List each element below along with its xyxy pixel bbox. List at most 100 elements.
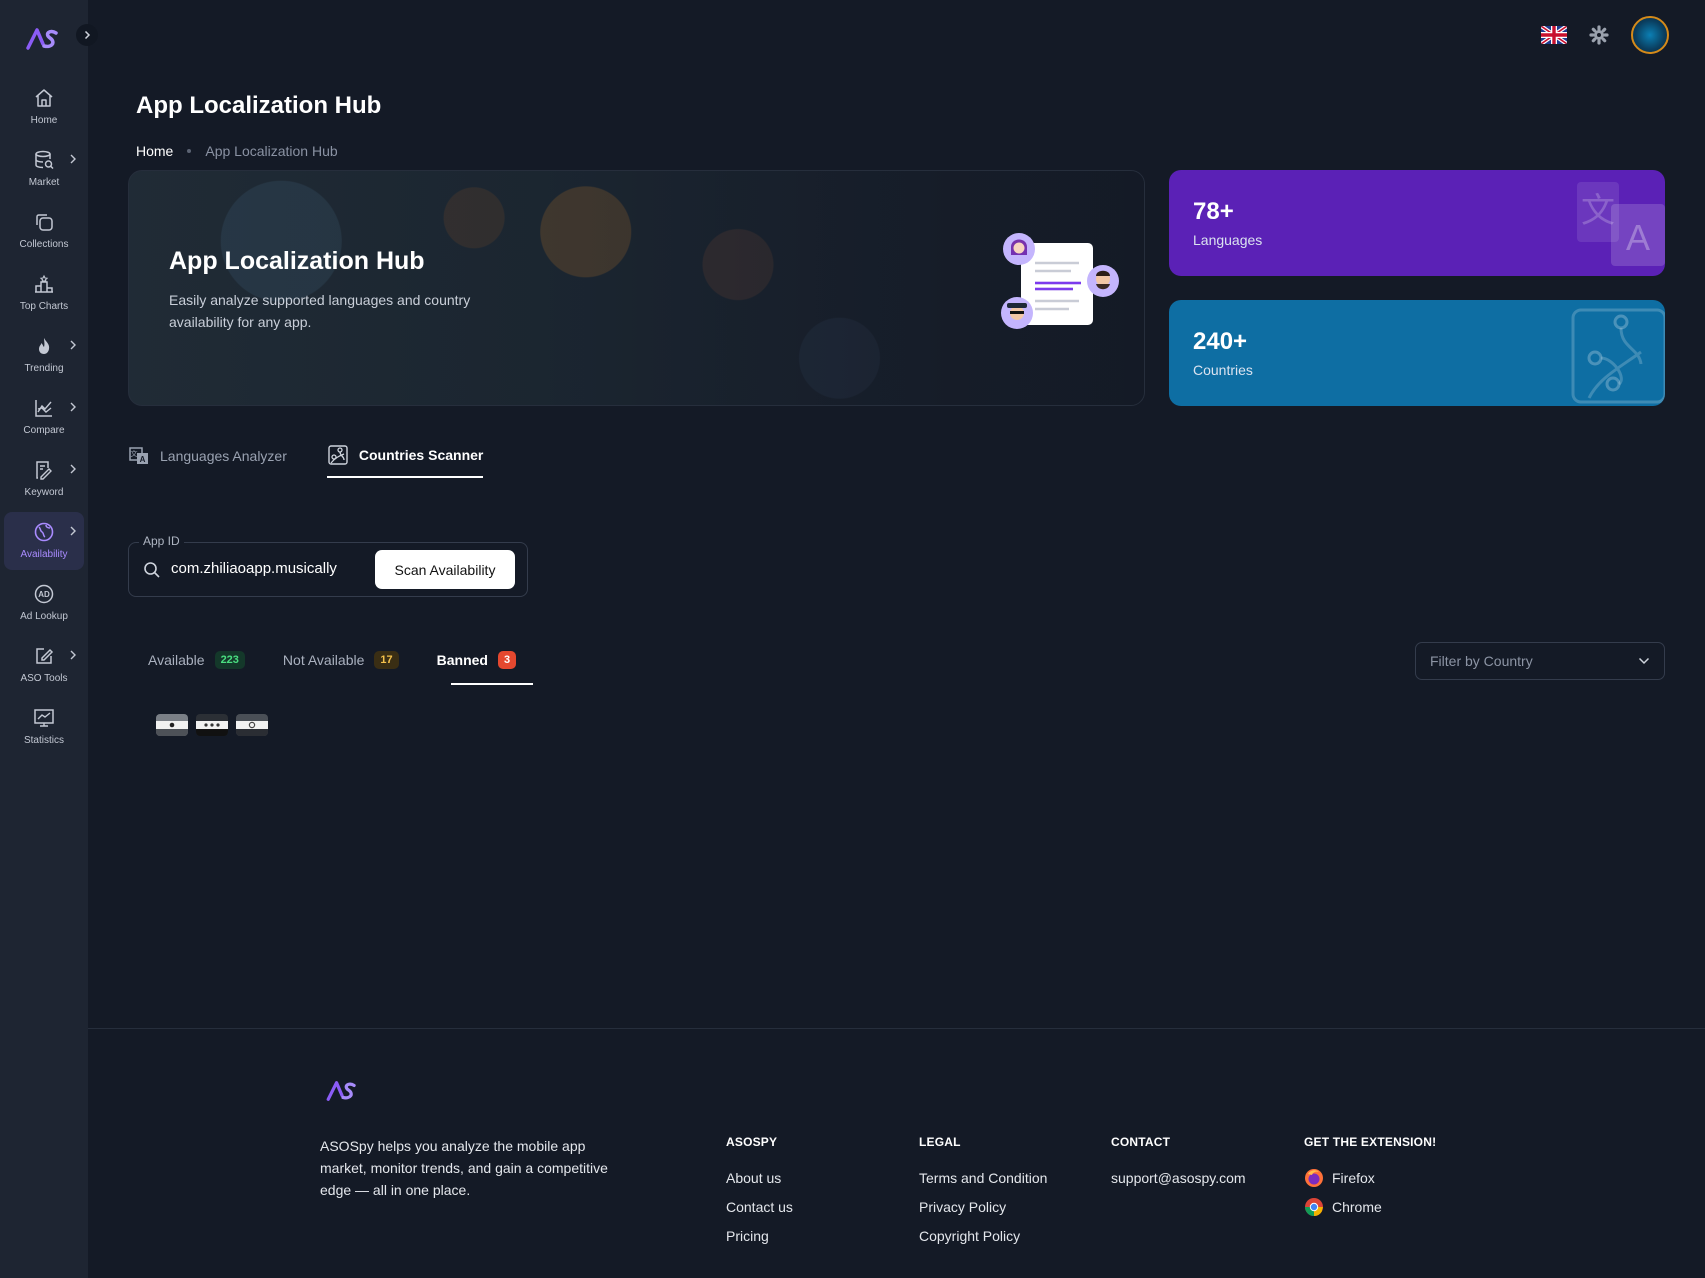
- hero-subtitle: Easily analyze supported languages and c…: [169, 292, 471, 330]
- asospy-logo[interactable]: [26, 26, 62, 52]
- india-flag-icon[interactable]: [156, 714, 188, 736]
- sidebar-item-label: Compare: [23, 425, 65, 436]
- globe-icon: [32, 520, 56, 544]
- sidebar-item-label: ASO Tools: [20, 673, 68, 684]
- app-id-label: App ID: [139, 534, 184, 548]
- footer-description: ASOSpy helps you analyze the mobile app …: [320, 1138, 608, 1198]
- sidebar-item-label: Home: [30, 115, 58, 126]
- banned-country-flags: [156, 714, 268, 736]
- asospy-logo[interactable]: [326, 1079, 360, 1103]
- sidebar-item-market[interactable]: Market: [4, 140, 84, 198]
- translate-icon: 文 A: [1577, 182, 1665, 266]
- footer-contact-column: CONTACT support@asospy.com: [1111, 1135, 1246, 1192]
- tab-label: Not Available: [282, 652, 365, 668]
- keyword-icon: [32, 458, 56, 482]
- tab-languages-analyzer[interactable]: A文 Languages Analyzer: [128, 438, 287, 478]
- chevron-right-icon: [70, 154, 76, 164]
- tab-label: Languages Analyzer: [160, 448, 287, 464]
- svg-text:A: A: [1626, 217, 1650, 258]
- sidebar-item-label: Market: [28, 177, 60, 188]
- sidebar-item-collections[interactable]: Collections: [4, 202, 84, 260]
- translate-icon: A文: [129, 447, 148, 464]
- sidebar-toggle-button[interactable]: [76, 24, 98, 46]
- settings-gear-icon[interactable]: [1587, 23, 1611, 47]
- footer-heading: CONTACT: [1111, 1135, 1171, 1149]
- syria-flag-icon[interactable]: [196, 714, 228, 736]
- line-chart-icon: [32, 396, 56, 420]
- sidebar-item-label: Top Charts: [19, 301, 69, 312]
- home-icon: [32, 86, 56, 110]
- footer-link-terms[interactable]: Terms and Condition: [919, 1163, 1047, 1192]
- sidebar-nav: Home Market Collections Top Charts Trend…: [4, 78, 84, 760]
- tab-not-available[interactable]: Not Available 17: [283, 648, 399, 672]
- footer-heading: ASOSPY: [726, 1135, 778, 1149]
- footer-link-pricing[interactable]: Pricing: [726, 1221, 793, 1250]
- localization-illustration-icon: [1001, 233, 1119, 329]
- user-avatar[interactable]: [1631, 16, 1669, 54]
- tab-available[interactable]: Available 223: [148, 648, 245, 672]
- footer-support-email-link[interactable]: support@asospy.com: [1111, 1163, 1246, 1192]
- footer-link-chrome[interactable]: Chrome: [1304, 1192, 1436, 1221]
- sidebar-item-label: Collections: [19, 239, 69, 250]
- footer-link-copyright[interactable]: Copyright Policy: [919, 1221, 1047, 1250]
- route-map-icon: [1571, 308, 1665, 404]
- page-title: App Localization Hub: [136, 92, 382, 119]
- footer-heading: GET THE EXTENSION!: [1304, 1135, 1437, 1149]
- sidebar-item-keyword[interactable]: Keyword: [4, 450, 84, 508]
- sidebar-item-ad-lookup[interactable]: AD Ad Lookup: [4, 574, 84, 632]
- languages-label: Languages: [1193, 232, 1263, 248]
- edit-icon: [32, 644, 56, 668]
- sidebar-item-availability[interactable]: Availability: [4, 512, 84, 570]
- footer-link-label: Firefox: [1332, 1169, 1375, 1186]
- analyzer-tabs: A文 Languages Analyzer Countries Scanner: [128, 438, 484, 478]
- app-id-input[interactable]: [171, 560, 361, 577]
- footer-link-contact-us[interactable]: Contact us: [726, 1192, 793, 1221]
- sidebar-item-top-charts[interactable]: Top Charts: [4, 264, 84, 322]
- chevron-right-icon: [70, 526, 76, 536]
- footer: ASOSpy helps you analyze the mobile app …: [88, 1028, 1705, 1278]
- sidebar-item-trending[interactable]: Trending: [4, 326, 84, 384]
- sidebar-item-statistics[interactable]: Statistics: [4, 698, 84, 756]
- iran-flag-icon[interactable]: [236, 714, 268, 736]
- flame-icon: [32, 334, 56, 358]
- sidebar-item-compare[interactable]: Compare: [4, 388, 84, 446]
- firefox-icon: [1305, 1168, 1323, 1187]
- svg-text:AD: AD: [38, 590, 50, 599]
- footer-extension-column: GET THE EXTENSION! Firefox Chrome: [1304, 1135, 1436, 1221]
- filter-by-country-select[interactable]: Filter by Country: [1415, 642, 1665, 680]
- sidebar-item-label: Keyword: [24, 487, 64, 498]
- breadcrumb: Home App Localization Hub: [136, 143, 338, 159]
- svg-text:文: 文: [1581, 191, 1615, 231]
- chevron-right-icon: [70, 340, 76, 350]
- languages-count: 78+: [1193, 198, 1234, 225]
- sidebar-item-home[interactable]: Home: [4, 78, 84, 136]
- podium-icon: [32, 272, 56, 296]
- tab-label: Banned: [436, 652, 488, 668]
- banned-count-badge: 3: [497, 651, 517, 669]
- languages-stat-card: 78+ Languages 文 A: [1169, 170, 1665, 276]
- footer-link-label: Chrome: [1332, 1198, 1382, 1215]
- scan-availability-button[interactable]: Scan Availability: [375, 550, 515, 589]
- sidebar-item-aso-tools[interactable]: ASO Tools: [4, 636, 84, 694]
- uk-flag-icon[interactable]: [1541, 26, 1567, 44]
- tab-countries-scanner[interactable]: Countries Scanner: [326, 438, 484, 478]
- footer-heading: LEGAL: [919, 1135, 961, 1149]
- countries-label: Countries: [1193, 362, 1253, 378]
- countries-stat-card: 240+ Countries: [1169, 300, 1665, 406]
- sidebar-item-label: Trending: [24, 363, 64, 374]
- tab-banned[interactable]: Banned 3: [436, 648, 517, 672]
- countries-count: 240+: [1193, 328, 1248, 355]
- svg-text:文: 文: [131, 449, 138, 458]
- ad-icon: AD: [32, 582, 56, 606]
- chevron-right-icon: [70, 464, 76, 474]
- breadcrumb-home-link[interactable]: Home: [136, 143, 173, 159]
- sidebar-item-label: Availability: [20, 549, 68, 560]
- topbar-actions: [1541, 16, 1669, 54]
- footer-link-firefox[interactable]: Firefox: [1304, 1163, 1436, 1192]
- footer-link-about-us[interactable]: About us: [726, 1163, 793, 1192]
- filter-placeholder: Filter by Country: [1430, 653, 1533, 669]
- available-count-badge: 223: [214, 651, 245, 669]
- svg-text:A: A: [140, 455, 146, 464]
- footer-link-privacy[interactable]: Privacy Policy: [919, 1192, 1047, 1221]
- chevron-right-icon: [70, 650, 76, 660]
